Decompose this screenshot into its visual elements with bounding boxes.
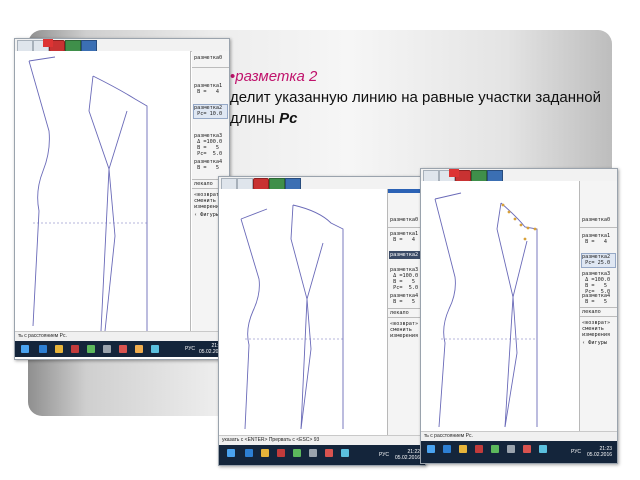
tool-label: лекало [390, 310, 409, 316]
app-icon[interactable] [119, 345, 127, 353]
panel-item[interactable]: разметка3 Δ =100.0 В = 5 Рс= 5.0 [390, 267, 418, 291]
panel-item[interactable]: разметка0 [582, 217, 610, 223]
panel-item-selected[interactable]: разметка2 [390, 252, 418, 258]
panel-item-selected[interactable]: разметка2 Рс= 25.0 [582, 254, 610, 266]
tool-actions[interactable]: «возврат» сменить измерения [582, 320, 610, 338]
explorer-icon[interactable] [459, 445, 467, 453]
edge-icon[interactable] [245, 449, 253, 457]
explorer-icon[interactable] [261, 449, 269, 457]
tool-actions[interactable]: «возврат» сменить измерения [390, 321, 418, 339]
division-point [519, 223, 523, 227]
cad-window-1: разметка0 разметка1 В = 4 разметка2 Рс= … [14, 38, 230, 360]
pattern-canvas[interactable] [15, 51, 191, 345]
division-points [501, 203, 537, 241]
taskbar: РУС 21:22 05.02.2016 [219, 445, 425, 465]
clock-date: 05.02.2016 [395, 455, 421, 461]
app-icon[interactable] [341, 449, 349, 457]
app-icon[interactable] [491, 445, 499, 453]
panel-divider [580, 227, 617, 228]
panel-divider [192, 67, 229, 68]
red-marker-icon [449, 169, 459, 177]
app-icon[interactable] [523, 445, 531, 453]
explorer-icon[interactable] [55, 345, 63, 353]
app-icon[interactable] [293, 449, 301, 457]
panel-divider [580, 307, 617, 308]
shoulder-line [28, 56, 56, 62]
start-icon[interactable] [227, 449, 235, 457]
bullet-param: Рс [279, 110, 298, 127]
clock: 21:23 05.02.2016 [587, 446, 612, 458]
app-icon[interactable] [539, 445, 547, 453]
clock: 21:22 05.02.2016 [395, 449, 420, 461]
panel-item[interactable]: разметка1 В = 4 [194, 83, 222, 95]
app-icon[interactable] [151, 345, 159, 353]
dart-lines [300, 242, 324, 430]
shoulder-line [240, 208, 268, 220]
panel-item-selected[interactable]: разметка2 Рс= 10.0 [194, 105, 222, 117]
status-bar: ть с расстоянием Рс. [15, 331, 229, 341]
pattern-outline-right [88, 75, 148, 336]
app-icon[interactable] [507, 445, 515, 453]
dart-lines [104, 110, 128, 332]
tool-label: лекало [582, 309, 601, 315]
panel-item[interactable]: разметка4 В = 5 [582, 293, 610, 305]
start-icon[interactable] [21, 345, 29, 353]
pattern-canvas[interactable] [421, 181, 580, 431]
dart-lines [504, 240, 528, 428]
panel-item[interactable]: разметка3 Δ =100.0 В = 5 Рс= 5.0 [194, 133, 222, 157]
panel-item[interactable]: разметка0 [194, 55, 222, 61]
edge-icon[interactable] [443, 445, 451, 453]
app-icon[interactable] [135, 345, 143, 353]
panel-item[interactable]: разметка1 В = 4 [390, 231, 418, 243]
language-indicator[interactable]: РУС [185, 346, 195, 352]
bullet-title: разметка 2 [235, 68, 318, 85]
taskbar: РУС 21:20 05.02.2016 [15, 341, 229, 357]
media-icon[interactable] [475, 445, 483, 453]
division-point [533, 227, 537, 231]
language-indicator[interactable]: РУС [571, 449, 581, 455]
clock-date: 05.02.2016 [587, 452, 613, 458]
division-point [501, 203, 505, 207]
panel-divider [580, 316, 617, 317]
language-indicator[interactable]: РУС [379, 452, 389, 458]
panel-item[interactable]: разметка4 В = 5 [390, 293, 418, 305]
slide-bullet: •разметка 2 делит указанную линию на рав… [230, 66, 610, 129]
pattern-canvas[interactable] [219, 189, 388, 435]
edge-icon[interactable] [39, 345, 47, 353]
figures-button[interactable]: ‹ Фигуры [582, 340, 607, 346]
panel-item[interactable]: разметка0 [390, 217, 418, 223]
division-point [526, 226, 530, 230]
media-icon[interactable] [277, 449, 285, 457]
status-bar: ть с расстоянием Рс. [421, 431, 617, 441]
media-icon[interactable] [71, 345, 79, 353]
cad-window-3: разметка0 разметка1 В = 4 разметка2 Рс= … [420, 168, 618, 464]
status-bar: указать с <ENTER> Прервать с <ESC> 93 [219, 435, 425, 445]
division-point [523, 237, 527, 241]
app-icon[interactable] [309, 449, 317, 457]
taskbar: РУС 21:23 05.02.2016 [421, 441, 617, 463]
panel-item[interactable]: разметка4 В = 5 [194, 159, 222, 171]
cad-window-2: разметка0 разметка1 В = 4 разметка2 разм… [218, 176, 426, 466]
pattern-outline-right [496, 202, 538, 428]
properties-panel: разметка0 разметка1 В = 4 разметка2 Рс= … [580, 181, 617, 431]
red-marker-icon [43, 39, 53, 47]
panel-item[interactable]: разметка1 В = 4 [582, 233, 610, 245]
app-icon[interactable] [325, 449, 333, 457]
pattern-outline [28, 60, 50, 327]
division-point [507, 210, 511, 214]
pattern-outline [434, 198, 456, 428]
shoulder-line [434, 192, 462, 200]
figures-button[interactable]: ‹ Фигуры [194, 212, 219, 218]
pattern-outline-right [290, 204, 344, 430]
tool-label: лекало [194, 181, 213, 187]
division-point [513, 217, 517, 221]
app-icon[interactable] [103, 345, 111, 353]
pattern-outline [240, 218, 260, 430]
panel-item[interactable]: разметка3 Δ =100.0 В = 5 Рс= 5.0 [582, 271, 610, 295]
app-icon[interactable] [87, 345, 95, 353]
start-icon[interactable] [427, 445, 435, 453]
